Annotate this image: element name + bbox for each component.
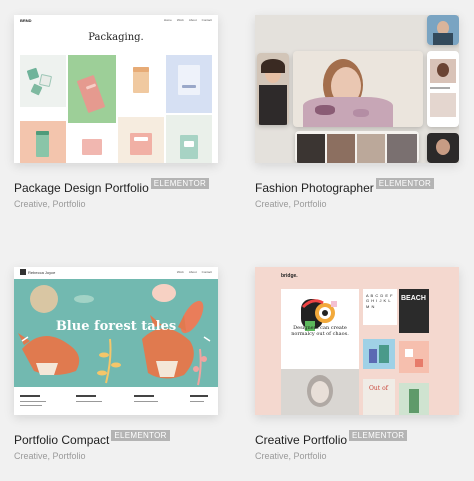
- elementor-badge: ELEMENTOR: [375, 178, 435, 189]
- template-categories: Creative, Portfolio: [14, 199, 86, 209]
- preview-footer: [14, 387, 218, 415]
- photo-strip-panel: [295, 131, 419, 163]
- template-thumbnail[interactable]: BRND Home Work About Contact Packaging.: [14, 15, 218, 163]
- elementor-badge: ELEMENTOR: [349, 430, 408, 441]
- preview-heading: Blue forest tales: [55, 319, 177, 334]
- photo-panel: [427, 133, 459, 163]
- illustration-tile: [399, 383, 429, 415]
- category-link[interactable]: Portfolio: [53, 451, 86, 461]
- preview-menu-item: Home: [163, 18, 172, 22]
- preview-menu-item: About: [188, 18, 197, 22]
- illustration-tile: [399, 341, 429, 373]
- template-thumbnail[interactable]: [255, 15, 459, 163]
- category-link[interactable]: Portfolio: [294, 199, 327, 209]
- photo-panel: [427, 15, 459, 45]
- illustration-tile: [363, 339, 395, 369]
- template-title[interactable]: Package Design Portfolio: [14, 181, 149, 195]
- product-tile: [166, 55, 212, 113]
- typeface-sample: A B C D E F G H I J K L M N: [363, 289, 397, 325]
- template-categories: Creative, Portfolio: [255, 451, 327, 461]
- category-separator: ,: [47, 199, 51, 209]
- elementor-badge: ELEMENTOR: [150, 178, 210, 189]
- template-grid: BRND Home Work About Contact Packaging.: [0, 0, 474, 481]
- template-thumbnail[interactable]: Rebecca Joyce Work About Contact Blue fo…: [14, 267, 218, 415]
- preview-nav: Rebecca Joyce Work About Contact: [14, 267, 218, 279]
- product-tile: [20, 55, 66, 107]
- beach-text: BEACH: [401, 295, 426, 302]
- category-separator: ,: [288, 199, 292, 209]
- hero-photo-panel: [293, 51, 423, 127]
- product-tile: [20, 121, 66, 163]
- category-link[interactable]: Portfolio: [294, 451, 327, 461]
- category-link[interactable]: Creative: [255, 451, 289, 461]
- preview-menu-item: About: [188, 270, 197, 274]
- preview-hero: Blue forest tales: [14, 279, 218, 387]
- category-link[interactable]: Creative: [14, 451, 48, 461]
- template-card-package-design[interactable]: BRND Home Work About Contact Packaging.: [14, 15, 234, 209]
- template-categories: Creative, Portfolio: [255, 199, 327, 209]
- elementor-badge: ELEMENTOR: [111, 430, 170, 441]
- template-title-row: Portfolio Compact ELEMENTOR: [14, 430, 170, 447]
- preview-logo-mark: [20, 269, 26, 275]
- template-card-creative-portfolio[interactable]: bridge. Designers can create normalcy ou…: [255, 267, 474, 461]
- photo-panel: [257, 53, 289, 125]
- beach-poster: BEACH: [399, 289, 429, 333]
- category-separator: ,: [288, 451, 292, 461]
- template-title-row: Package Design Portfolio ELEMENTOR: [14, 178, 210, 195]
- template-thumbnail[interactable]: bridge. Designers can create normalcy ou…: [255, 267, 459, 415]
- preview-photo: [281, 369, 359, 415]
- product-tile: [68, 125, 116, 163]
- category-link[interactable]: Portfolio: [53, 199, 86, 209]
- template-title[interactable]: Creative Portfolio: [255, 433, 347, 447]
- preview-menu-item: Work: [176, 270, 184, 274]
- illustration-tile: Out of: [363, 379, 395, 415]
- preview-headline: Designers can create normalcy out of cha…: [291, 325, 349, 338]
- template-title[interactable]: Fashion Photographer: [255, 181, 374, 195]
- template-title-row: Fashion Photographer ELEMENTOR: [255, 178, 435, 195]
- preview-logo: Rebecca Joyce: [28, 270, 56, 275]
- preview-menu: Work About Contact: [177, 270, 212, 274]
- product-tile: [118, 55, 164, 115]
- template-title-row: Creative Portfolio ELEMENTOR: [255, 430, 408, 447]
- category-link[interactable]: Creative: [14, 199, 48, 209]
- product-tile: [166, 115, 212, 163]
- preview-menu-item: Contact: [201, 270, 212, 274]
- product-tile: [68, 55, 116, 123]
- preview-logo: BRND: [20, 18, 32, 23]
- preview-menu: Home Work About Contact: [164, 18, 212, 22]
- preview-nav: BRND Home Work About Contact: [14, 15, 218, 27]
- category-link[interactable]: Creative: [255, 199, 289, 209]
- photo-panel: [427, 51, 459, 127]
- template-card-portfolio-compact[interactable]: Rebecca Joyce Work About Contact Blue fo…: [14, 267, 234, 461]
- template-categories: Creative, Portfolio: [14, 451, 86, 461]
- product-tile: [118, 117, 164, 163]
- preview-menu-item: Contact: [201, 18, 212, 22]
- preview-menu-item: Work: [176, 18, 184, 22]
- template-title[interactable]: Portfolio Compact: [14, 433, 109, 447]
- template-card-fashion-photographer[interactable]: Fashion Photographer ELEMENTOR Creative,…: [255, 15, 474, 209]
- typeface-letters: A B C D E F G H I J K L M N: [366, 293, 393, 309]
- category-separator: ,: [47, 451, 51, 461]
- preview-logo: bridge.: [281, 273, 298, 279]
- preview-heading: Packaging.: [88, 32, 144, 43]
